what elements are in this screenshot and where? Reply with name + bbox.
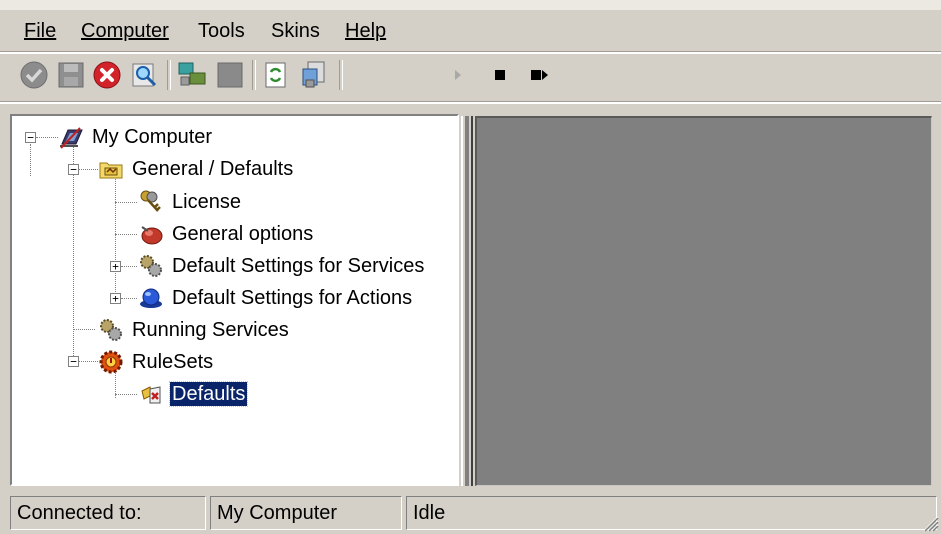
tree-connector: [115, 394, 137, 395]
tree-label: Default Settings for Actions: [172, 287, 413, 309]
apply-icon: [20, 61, 48, 89]
tree-connector: [78, 361, 98, 362]
ruleset-icon: [141, 386, 161, 404]
collapse-toggle-my-computer[interactable]: −: [25, 132, 36, 143]
network-button[interactable]: [176, 59, 208, 91]
menu-skins-label: Skins: [271, 20, 320, 42]
tree-connector: [115, 202, 137, 203]
toolbar: [0, 54, 941, 100]
status-bar: Connected to: My Computer Idle: [0, 490, 941, 534]
delete-icon: [93, 61, 121, 89]
toolbar-separator: [252, 60, 256, 90]
toolbar-separator: [339, 60, 343, 90]
tree-connector: [115, 234, 137, 235]
status-connected-label: Connected to:: [10, 496, 206, 530]
collapse-toggle-general[interactable]: −: [68, 164, 79, 175]
details-pane: [475, 116, 932, 486]
console-button[interactable]: [214, 59, 246, 91]
actions-sphere-icon: [140, 288, 162, 308]
menu-computer-label: Computer: [81, 20, 169, 42]
gears-icon: [140, 255, 162, 277]
tree-label: General / Defaults: [132, 158, 294, 180]
tree-label: Running Services: [132, 319, 289, 341]
tree-item-license[interactable]: License: [138, 188, 243, 216]
expand-toggle-default-services[interactable]: +: [110, 261, 121, 272]
gears-icon: [100, 319, 122, 341]
play-icon: [455, 70, 461, 80]
tree-item-general-options[interactable]: General options: [138, 220, 315, 248]
menu-help[interactable]: Help: [345, 20, 386, 42]
stop-button[interactable]: [484, 59, 516, 91]
tree-item-default-actions[interactable]: Default Settings for Actions: [138, 284, 414, 312]
tree-label: Default Settings for Services: [172, 255, 425, 277]
find-icon: [132, 63, 157, 87]
tree-label: My Computer: [92, 126, 213, 148]
tree-connector: [121, 298, 137, 299]
options-icon: [141, 226, 163, 245]
stop-icon: [495, 70, 505, 80]
apply-button[interactable]: [18, 59, 50, 91]
tree-label: RuleSets: [132, 351, 214, 373]
tree-connector: [30, 144, 31, 176]
registry-button[interactable]: [298, 59, 330, 91]
tree-connector: [73, 329, 95, 330]
refresh-button[interactable]: [260, 59, 292, 91]
status-computer: My Computer: [210, 496, 402, 530]
rules-gear-icon: [99, 350, 123, 374]
status-state: Idle: [406, 496, 937, 530]
pane-splitter[interactable]: [461, 116, 473, 486]
keys-icon: [140, 190, 161, 212]
expand-toggle-default-actions[interactable]: +: [110, 293, 121, 304]
menu-tools[interactable]: Tools: [198, 20, 245, 42]
play-button[interactable]: [442, 59, 474, 91]
menu-bar: File Computer Tools Skins Help: [0, 10, 941, 50]
find-button[interactable]: [128, 59, 160, 91]
folder-settings-icon: [99, 162, 123, 179]
menu-tools-label: Tools: [198, 20, 245, 42]
toolbar-bottom-divider: [0, 101, 941, 104]
menu-skins[interactable]: Skins: [271, 20, 320, 42]
tree-connector: [78, 169, 98, 170]
resize-grip-icon[interactable]: [919, 512, 939, 532]
tree-label: General options: [172, 223, 314, 245]
menu-file[interactable]: File: [24, 20, 56, 42]
network-icon: [178, 62, 206, 86]
menu-computer[interactable]: Computer: [81, 20, 169, 42]
splitter-grip: [465, 116, 469, 486]
tree-connector: [36, 137, 58, 138]
tree-item-my-computer[interactable]: My Computer: [58, 123, 214, 151]
tree-connector: [115, 176, 116, 304]
refresh-icon: [265, 62, 286, 88]
registry-icon: [302, 61, 325, 88]
step-icon: [531, 70, 548, 80]
step-button[interactable]: [525, 59, 557, 91]
tree-label: License: [172, 191, 241, 213]
tree-view[interactable]: − − + + − My Computer General / Defaults…: [10, 114, 459, 486]
console-icon: [217, 62, 243, 88]
menu-help-label: Help: [345, 20, 387, 42]
tree-item-rulesets[interactable]: RuleSets: [98, 348, 215, 376]
save-button[interactable]: [55, 59, 87, 91]
tree-item-general-defaults[interactable]: General / Defaults: [98, 155, 295, 183]
tree-item-defaults[interactable]: Defaults: [138, 380, 249, 408]
computer-icon: [60, 127, 83, 149]
window-top-edge: [0, 0, 941, 10]
save-icon: [58, 62, 84, 88]
tree-item-running-services[interactable]: Running Services: [98, 316, 291, 344]
menu-file-label: File: [24, 20, 57, 42]
collapse-toggle-rulesets[interactable]: −: [68, 356, 79, 367]
tree-item-default-services[interactable]: Default Settings for Services: [138, 252, 426, 280]
tree-label-selected: Defaults: [168, 381, 249, 407]
delete-button[interactable]: [91, 59, 123, 91]
tree-connector: [121, 266, 137, 267]
toolbar-separator: [167, 60, 171, 90]
